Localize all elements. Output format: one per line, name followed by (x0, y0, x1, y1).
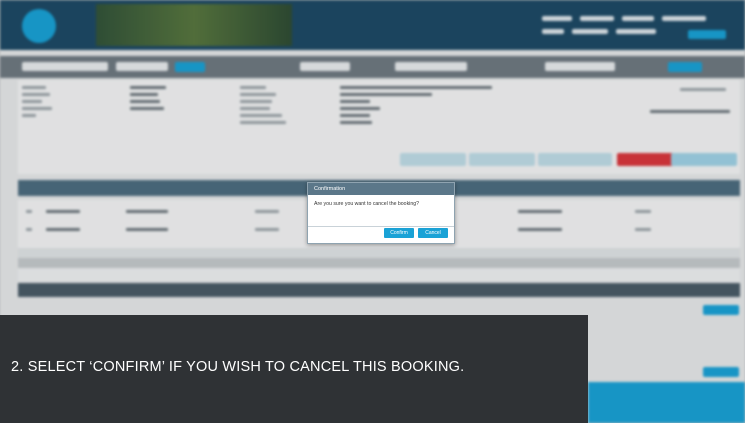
dialog-message: Are you sure you want to cancel the book… (308, 195, 454, 227)
confirm-button[interactable]: Confirm (384, 228, 414, 238)
tutorial-caption-panel: 2. SELECT ‘CONFIRM’ IF YOU WISH TO CANCE… (0, 315, 588, 423)
cancel-button[interactable]: Cancel (418, 228, 448, 238)
confirmation-dialog: Confirmation Are you sure you want to ca… (307, 182, 455, 244)
tutorial-screen: Confirmation Are you sure you want to ca… (0, 0, 745, 423)
dialog-footer: Confirm Cancel (384, 228, 448, 238)
tutorial-caption-text: 2. SELECT ‘CONFIRM’ IF YOU WISH TO CANCE… (11, 359, 465, 375)
dialog-title: Confirmation (308, 183, 454, 195)
